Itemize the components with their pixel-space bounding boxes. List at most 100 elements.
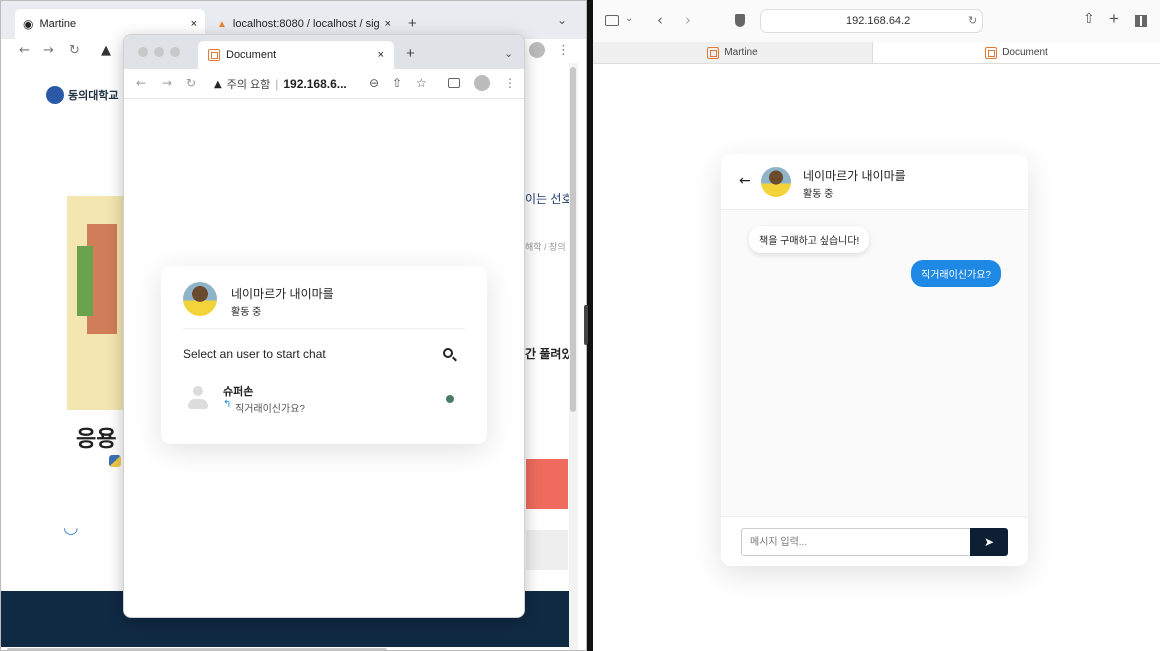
forward-arrow-icon[interactable]: → bbox=[43, 43, 54, 58]
sidebar-icon[interactable] bbox=[448, 78, 460, 88]
more-menu-icon[interactable]: ⋮ bbox=[557, 42, 570, 58]
tab-title: Martine bbox=[724, 47, 758, 58]
tab-title: Document bbox=[1002, 47, 1048, 58]
chat-user-status: 활동 중 bbox=[803, 189, 834, 200]
profile-avatar-icon[interactable] bbox=[529, 42, 545, 58]
martine-favicon-icon bbox=[707, 46, 720, 59]
chat-user-name: 네이마르가 내이마를 bbox=[803, 169, 906, 183]
more-menu-icon[interactable]: ⋮ bbox=[504, 76, 516, 90]
outgoing-message: 직거래이신가요? bbox=[911, 260, 1001, 287]
window-controls[interactable] bbox=[138, 47, 180, 57]
share-icon[interactable]: ⇧ bbox=[392, 76, 402, 90]
chat-header: ← 네이마르가 내이마를 활동 중 bbox=[721, 154, 1028, 210]
tab-close-icon[interactable]: × bbox=[191, 18, 197, 30]
divider bbox=[183, 328, 465, 329]
address-text: 192.168.64.2 bbox=[846, 15, 911, 27]
tab-title: localhost:8080 / localhost / sig bbox=[232, 18, 379, 30]
message-list: 책을 구매하고 싶습니다! 직거래이신가요? bbox=[721, 211, 1028, 516]
current-user-avatar bbox=[183, 282, 217, 316]
tab-document[interactable]: Document × bbox=[198, 41, 394, 69]
warning-icon: ▲ bbox=[101, 43, 111, 58]
back-chevron-icon[interactable]: ‹ bbox=[657, 11, 663, 29]
new-tab-icon[interactable]: + bbox=[1109, 9, 1119, 29]
maximize-window-dot[interactable] bbox=[170, 47, 180, 57]
tab-close-icon[interactable]: × bbox=[385, 18, 391, 30]
tab-title: Document bbox=[226, 49, 277, 61]
tab-close-icon[interactable]: × bbox=[378, 49, 384, 61]
search-icon-handle bbox=[452, 356, 457, 362]
reload-icon[interactable]: ↻ bbox=[186, 76, 196, 90]
paper-plane-icon: ➤ bbox=[983, 535, 995, 549]
tab-document[interactable]: Document bbox=[873, 42, 1160, 63]
forward-arrow-icon[interactable]: → bbox=[162, 76, 172, 90]
chat-user-avatar bbox=[761, 167, 791, 197]
separator: | bbox=[275, 77, 279, 91]
address-text: 192.168.6... bbox=[283, 77, 347, 91]
share-icon[interactable]: ⇧ bbox=[1083, 11, 1095, 27]
new-tab-button[interactable]: + bbox=[408, 15, 417, 32]
forward-chevron-icon[interactable]: › bbox=[685, 11, 691, 29]
contact-list-item[interactable]: 슈퍼손 ↰ 직거래이신가요? bbox=[183, 381, 465, 417]
chevron-down-icon[interactable]: ⌄ bbox=[625, 13, 633, 24]
close-window-dot[interactable] bbox=[138, 47, 148, 57]
current-user-status: 활동 중 bbox=[231, 307, 262, 318]
warning-icon: ▲ bbox=[214, 78, 222, 90]
document-favicon-icon bbox=[985, 46, 998, 59]
scrollbar-thumb[interactable] bbox=[570, 67, 576, 412]
safari-tab-bar: Martine Document bbox=[593, 42, 1160, 64]
partial-text: 간 풀려있 bbox=[525, 347, 573, 361]
tab-martine[interactable]: Martine bbox=[593, 42, 873, 63]
reload-icon[interactable]: ↻ bbox=[69, 43, 80, 58]
incoming-message: 책을 구매하고 싶습니다! bbox=[749, 226, 870, 253]
partial-text: 이는 선호 bbox=[525, 192, 573, 206]
divider-grip[interactable] bbox=[584, 305, 588, 345]
message-composer: ➤ bbox=[721, 516, 1028, 566]
globe-icon: ◉ bbox=[23, 17, 34, 31]
chat-user-list-card: 네이마르가 내이마를 활동 중 Select an user to start … bbox=[161, 266, 487, 444]
vertical-scrollbar[interactable] bbox=[569, 63, 578, 650]
chat-window: ← 네이마르가 내이마를 활동 중 책을 구매하고 싶습니다! 직거래이신가요?… bbox=[721, 154, 1028, 566]
university-name: 동의대학교 bbox=[68, 90, 119, 102]
message-input[interactable] bbox=[741, 528, 971, 556]
bookmark-star-icon[interactable]: ☆ bbox=[416, 76, 427, 90]
address-field[interactable]: ▲ 주의 요함 | 192.168.6... bbox=[214, 74, 394, 94]
new-tab-button[interactable]: + bbox=[406, 45, 415, 62]
profile-avatar-icon[interactable] bbox=[474, 75, 490, 91]
right-browser-window: ⌄ ‹ › 192.168.64.2 ↻ ⇧ + Martine Documen… bbox=[593, 0, 1160, 651]
hero-illustration bbox=[67, 196, 123, 410]
minimize-window-dot[interactable] bbox=[154, 47, 164, 57]
address-field[interactable]: 192.168.64.2 ↻ bbox=[760, 9, 983, 33]
shield-icon[interactable] bbox=[735, 14, 745, 27]
tab-overview-icon[interactable] bbox=[1135, 15, 1147, 27]
partial-text: 해학 / 창의 bbox=[525, 242, 566, 252]
university-logo[interactable]: 동의대학교 bbox=[46, 86, 119, 104]
back-arrow-icon[interactable]: ← bbox=[136, 76, 146, 90]
grey-band bbox=[526, 530, 568, 570]
contact-name: 슈퍼손 bbox=[223, 386, 254, 398]
security-warning-label: 주의 요함 bbox=[226, 79, 271, 91]
online-status-dot bbox=[446, 395, 454, 403]
phpmyadmin-icon: ▲ bbox=[217, 18, 227, 30]
safari-toolbar: ⌄ ‹ › 192.168.64.2 ↻ ⇧ + bbox=[593, 0, 1160, 42]
reply-arrow-icon: ↰ bbox=[223, 399, 232, 410]
reload-icon[interactable]: ↻ bbox=[968, 14, 977, 27]
university-emblem-icon bbox=[46, 86, 64, 104]
contact-last-message: 직거래이신가요? bbox=[235, 404, 305, 415]
python-icon bbox=[109, 455, 121, 467]
back-button[interactable]: ← bbox=[739, 173, 751, 189]
document-favicon-icon bbox=[208, 49, 220, 61]
partial-heading: 응용 bbox=[76, 426, 117, 451]
tab-menu-chevron-icon[interactable]: ⌄ bbox=[557, 13, 567, 27]
popup-address-bar: ← → ↻ ▲ 주의 요함 | 192.168.6... ⊖ ⇧ ☆ ⋮ bbox=[124, 69, 524, 99]
tab-menu-chevron-icon[interactable]: ⌄ bbox=[504, 47, 513, 60]
current-user-name: 네이마르가 내이마를 bbox=[231, 287, 334, 301]
zoom-icon[interactable]: ⊖ bbox=[369, 76, 379, 90]
select-user-prompt: Select an user to start chat bbox=[183, 347, 326, 361]
send-button[interactable]: ➤ bbox=[970, 528, 1008, 556]
sidebar-toggle-icon[interactable] bbox=[605, 15, 619, 26]
default-avatar-icon bbox=[187, 385, 209, 409]
back-arrow-icon[interactable]: ← bbox=[19, 43, 30, 58]
tab-title: Martine bbox=[39, 18, 77, 30]
accent-banner bbox=[526, 459, 568, 509]
smile-icon: ◡ bbox=[63, 517, 79, 537]
